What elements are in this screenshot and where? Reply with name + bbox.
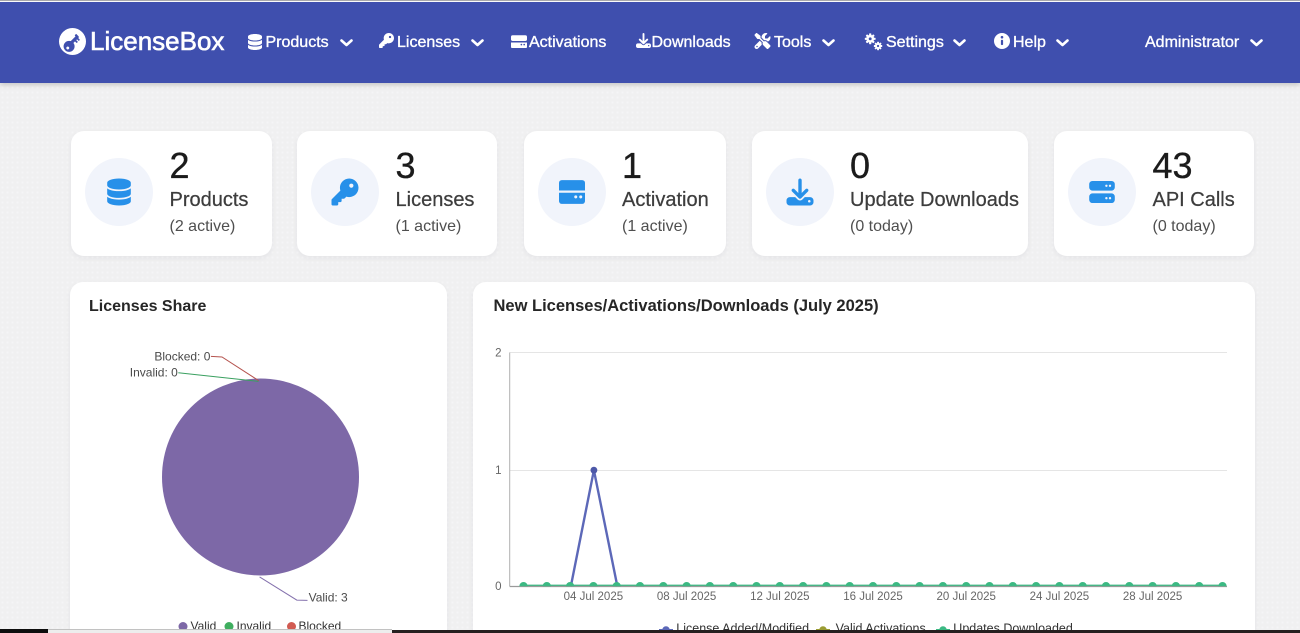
svg-text:Invalid: 0: Invalid: 0 bbox=[130, 366, 178, 380]
svg-text:24 Jul 2025: 24 Jul 2025 bbox=[1030, 591, 1089, 603]
svg-text:2: 2 bbox=[495, 347, 501, 359]
svg-text:Blocked: 0: Blocked: 0 bbox=[154, 350, 210, 364]
svg-text:08 Jul 2025: 08 Jul 2025 bbox=[657, 591, 716, 603]
svg-text:1: 1 bbox=[495, 465, 501, 477]
svg-text:12 Jul 2025: 12 Jul 2025 bbox=[750, 591, 809, 603]
svg-text:20 Jul 2025: 20 Jul 2025 bbox=[936, 591, 995, 603]
svg-text:16 Jul 2025: 16 Jul 2025 bbox=[843, 591, 902, 603]
svg-text:28 Jul 2025: 28 Jul 2025 bbox=[1123, 591, 1182, 603]
svg-text:04 Jul 2025: 04 Jul 2025 bbox=[564, 591, 623, 603]
svg-text:Valid: 3: Valid: 3 bbox=[309, 591, 348, 605]
svg-text:0: 0 bbox=[495, 581, 501, 593]
